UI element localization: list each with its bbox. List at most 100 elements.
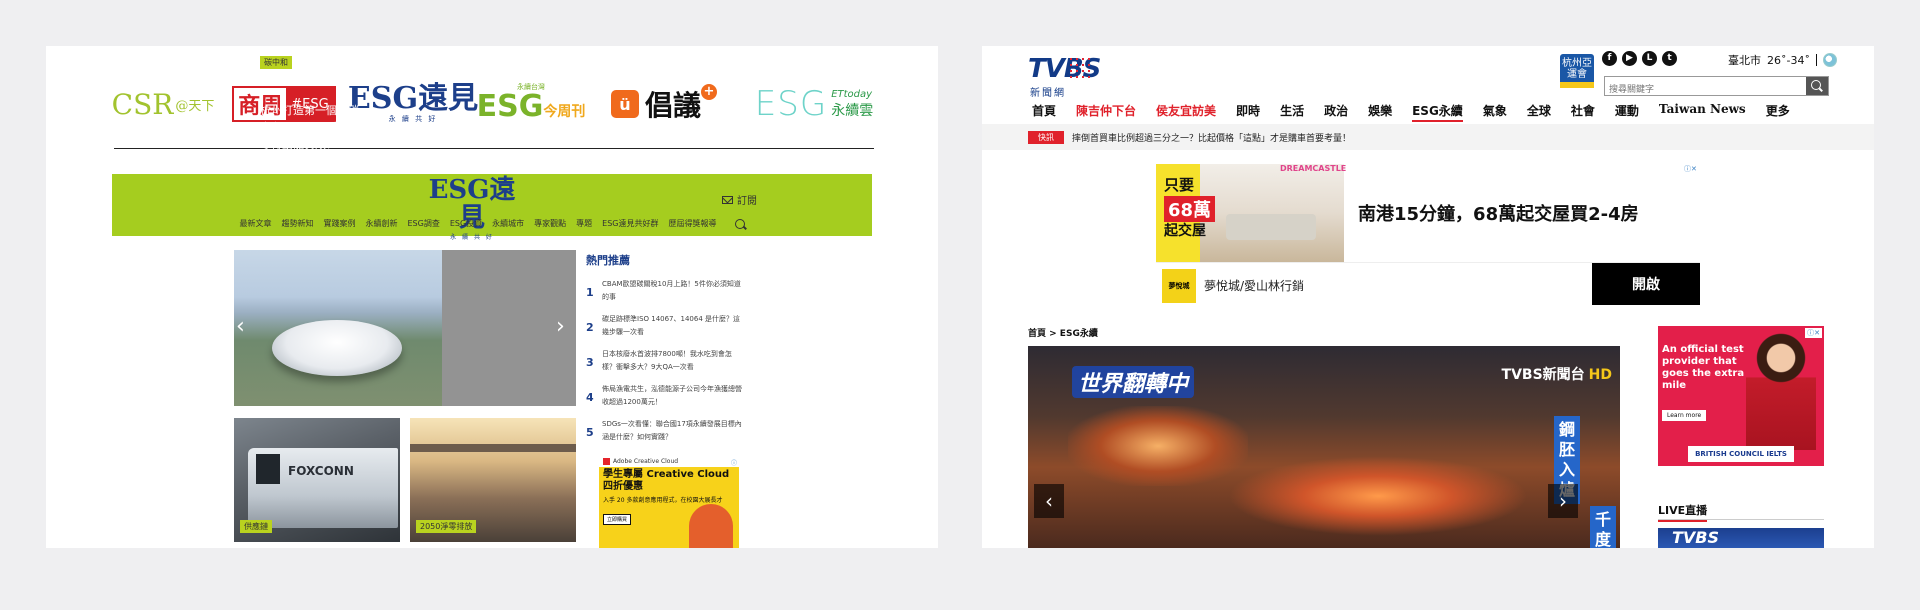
nav-item[interactable]: 氣象 — [1483, 102, 1507, 122]
ad-brand: Adobe Creative Cloud — [613, 458, 679, 465]
thumbnail-tag[interactable]: 2050淨零排放 — [416, 520, 477, 533]
list-item[interactable]: 5 SDGs一次看懂：聯合國17項永續發展目標內涵是什麼？如何實踐？ — [586, 418, 746, 453]
ad-price-line2: 起交屋 — [1164, 223, 1206, 239]
hangzhou-asian-games-logo[interactable]: 杭州亞運會 — [1560, 54, 1594, 88]
nav-item-home[interactable]: 首頁 — [1032, 102, 1056, 122]
rank-number: 3 — [586, 356, 594, 369]
nav-item[interactable]: 政治 — [1324, 102, 1348, 122]
tvbs-logo[interactable]: TVBS 新聞網 — [1028, 54, 1104, 99]
nav-item[interactable]: 最新文章 — [239, 218, 271, 234]
ad-footer-logo: BRITISH COUNCIL IELTS — [1688, 446, 1794, 462]
facebook-icon[interactable]: f — [1602, 51, 1617, 66]
rank-number: 5 — [586, 426, 594, 439]
ad-headline: An official test provider that goes the … — [1662, 344, 1745, 391]
weather-widget[interactable]: 臺北市 26˚-34˚ — [1728, 52, 1837, 68]
list-item[interactable]: 4 佈局漁電共生，泓德能源子公司今年漁獲總營收超過1200萬元！ — [586, 383, 746, 418]
bus-image: FOXCONN — [248, 448, 398, 528]
ielts-ad[interactable]: An official test provider that goes the … — [1658, 326, 1824, 466]
esg-jinzhou-logo[interactable]: 永續台灣 ESG今周刊 — [477, 82, 586, 126]
nav-item[interactable]: ESG投資 — [450, 218, 482, 234]
list-item[interactable]: 1 CBAM歐盟碳關稅10月上路！5件你必須知道的事 — [586, 278, 746, 313]
site-header: ESG遠見 永 續 共 好 訂閱 最新文章 趨勢新知 實踐案例 永續創新 ESG… — [112, 174, 872, 241]
nav-item[interactable]: 社會 — [1571, 102, 1595, 122]
yuanjian-esg-logo[interactable]: ESG遠見 永 續 共 好 — [348, 82, 478, 126]
yuanjian-logo-text: ESG遠見 — [347, 81, 479, 116]
learn-more-button[interactable]: Learn more — [1662, 410, 1707, 421]
nav-item[interactable]: 專題 — [576, 218, 592, 234]
article-link[interactable]: CBAM歐盟碳關稅10月上路！5件你必須知道的事 — [602, 278, 742, 313]
ad-image: 只要 68萬 起交屋 DREAMCASTLE — [1156, 164, 1346, 262]
article-link[interactable]: SDGs一次看懂：聯合國17項永續發展目標內涵是什麼？如何實踐？ — [602, 418, 742, 453]
live-stream-thumbnail[interactable]: TVBS — [1658, 528, 1824, 548]
nav-item[interactable]: ESG遠見共好群 — [602, 218, 658, 234]
nav-item[interactable]: 實踐案例 — [323, 218, 355, 234]
nav-item-esg[interactable]: ESG永續 — [1412, 102, 1463, 122]
csr-logo[interactable]: CSR @天下 — [112, 82, 215, 126]
video-channel-logo: TVBS新聞台 HD — [1502, 364, 1612, 384]
nav-item[interactable]: 歷屆得獎報導 — [669, 218, 717, 234]
bus-window — [256, 454, 280, 484]
ad-brand-row: Adobe Creative Cloud — [599, 456, 739, 467]
ad-price-number: 68萬 — [1164, 196, 1216, 222]
video-caption: 千度高 — [1590, 506, 1616, 548]
ettoday-esg-logo[interactable]: ESG ETtoday 永續雲 — [744, 82, 884, 126]
nav-item[interactable]: 永續城市 — [492, 218, 524, 234]
breadcrumb[interactable]: 首頁 > ESG永續 — [1028, 326, 1098, 339]
changyi-logo[interactable]: ü 倡議 + — [602, 82, 726, 126]
nav-item-topic[interactable]: 侯友宜訪美 — [1156, 102, 1216, 122]
nav-item[interactable]: 全球 — [1527, 102, 1551, 122]
hero-tag[interactable]: 碳中和 — [260, 56, 292, 69]
nav-item[interactable]: 專家觀點 — [534, 218, 566, 234]
hz-logo-stripe — [1560, 82, 1594, 88]
chevron-left-icon[interactable]: ‹ — [1034, 484, 1064, 518]
logo-dots-icon — [1068, 56, 1094, 82]
article-link[interactable]: 佈局漁電共生，泓德能源子公司今年漁獲總營收超過1200萬元！ — [602, 383, 742, 418]
thumbnail-tag[interactable]: 供應鏈 — [240, 520, 272, 533]
ad-cta-button[interactable]: 立即購買 — [603, 514, 632, 525]
rank-number: 2 — [586, 321, 594, 334]
search-box — [1604, 76, 1829, 99]
furnace-glow — [1068, 406, 1248, 486]
tvbs-logo-sub: 新聞網 — [1030, 88, 1066, 99]
list-item[interactable]: 3 日本核廢水首波排7800噸！我水吃到會怎樣？衝擊多大？9大QA一次看 — [586, 348, 746, 383]
nav-item[interactable]: 永續創新 — [365, 218, 397, 234]
nav-item-more[interactable]: 更多 — [1766, 102, 1790, 122]
ad-close-icon[interactable]: ⓘ✕ — [1684, 164, 1700, 173]
subscribe-link[interactable]: 訂閱 — [722, 192, 757, 207]
ad-close-icon[interactable]: ⓘ✕ — [1805, 328, 1822, 338]
search-input[interactable] — [1605, 81, 1803, 99]
sofa-shape — [1226, 214, 1316, 240]
hd-badge: HD — [1588, 367, 1612, 383]
nav-item[interactable]: 運動 — [1615, 102, 1639, 122]
nav-item[interactable]: 即時 — [1236, 102, 1260, 122]
list-item[interactable]: 2 碳足跡標準ISO 14067、14064 是什麼？這幾步驟一次看 — [586, 313, 746, 348]
article-link[interactable]: 日本核廢水首波排7800噸！我水吃到會怎樣？衝擊多大？9大QA一次看 — [602, 348, 742, 383]
youtube-icon[interactable]: ▶ — [1622, 51, 1637, 66]
twitter-icon[interactable]: t — [1662, 51, 1677, 66]
real-estate-ad[interactable]: 只要 68萬 起交屋 DREAMCASTLE 南港15分鐘，68萬起交屋買2-4… — [1156, 164, 1700, 305]
chevron-right-icon[interactable]: › — [556, 316, 568, 338]
ad-info-icon[interactable]: ⓘ — [731, 458, 737, 467]
ad-open-button[interactable]: 開啟 — [1592, 263, 1700, 305]
ettoday-logo-sub: 永續雲 — [831, 102, 874, 119]
search-icon[interactable] — [734, 219, 745, 229]
nav-item[interactable]: 生活 — [1280, 102, 1304, 122]
hero-carousel[interactable]: ‹ › — [234, 250, 576, 406]
ad-subtext: 入手 20 多款創意應用程式，在校園大展長才 — [603, 497, 723, 504]
video-program-logo: 世界翻轉中 — [1072, 366, 1195, 398]
divider — [114, 148, 874, 149]
nav-item[interactable]: 趨勢新知 — [281, 218, 313, 234]
video-player[interactable]: 世界翻轉中 TVBS新聞台HD 鋼胚入爐 千度高 ‹ › — [1028, 346, 1620, 548]
nav-item-taiwan-news[interactable]: Taiwan News — [1659, 102, 1746, 122]
nav-item[interactable]: ESG調查 — [407, 218, 439, 234]
chevron-right-icon[interactable]: › — [1548, 484, 1578, 518]
line-icon[interactable]: L — [1642, 51, 1657, 66]
adobe-ad[interactable]: Adobe Creative Cloud 學生專屬 Creative Cloud… — [599, 456, 739, 548]
chevron-left-icon[interactable]: ‹ — [236, 316, 248, 338]
article-link[interactable]: 碳足跡標準ISO 14067、14064 是什麼？這幾步驟一次看 — [602, 313, 742, 348]
nav-item-topic[interactable]: 陳吉仲下台 — [1076, 102, 1136, 122]
ticker-text[interactable]: 摔倒首買車比例超過三分之一？比起價格「這點」才是購車首要考量！ — [1072, 131, 1351, 144]
nav-item[interactable]: 娛樂 — [1368, 102, 1392, 122]
search-button[interactable] — [1806, 77, 1828, 95]
hero-title[interactable]: 杭州打造第一個「碳中和」亞運！5招淨零行動能奏效？ — [260, 102, 360, 153]
